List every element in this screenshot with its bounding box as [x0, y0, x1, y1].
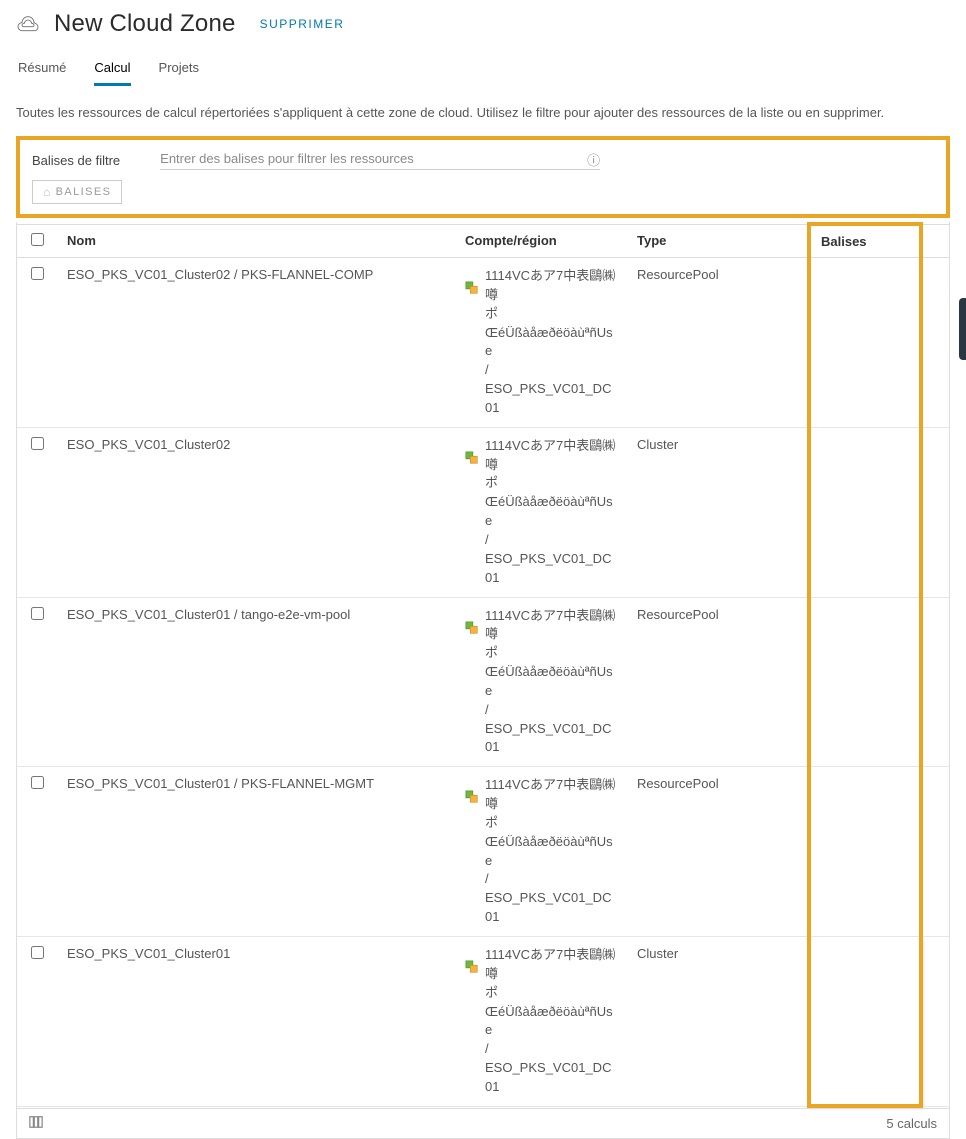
- table-footer: 5 calculs: [17, 1108, 949, 1138]
- row-checkbox[interactable]: [31, 267, 44, 280]
- description-text: Toutes les ressources de calcul répertor…: [16, 105, 950, 120]
- info-icon[interactable]: ⓘ: [587, 150, 600, 169]
- cell-end: [921, 258, 949, 428]
- balises-button-label: BALISES: [56, 186, 112, 198]
- column-settings-icon[interactable]: [29, 1115, 43, 1132]
- column-header-type[interactable]: Type: [627, 224, 809, 258]
- cell-account: 1114VCあア7中表鷗㈱噂ポŒéÜßàåæðëöàùªñUse/ESO_PKS…: [455, 767, 627, 937]
- cell-type: ResourcePool: [627, 258, 809, 428]
- vcenter-icon: [465, 281, 479, 295]
- table-row: ESO_PKS_VC01_Cluster02 / PKS-FLANNEL-COM…: [17, 258, 949, 428]
- page-header: New Cloud Zone SUPPRIMER: [16, 10, 950, 38]
- row-checkbox[interactable]: [31, 946, 44, 959]
- cell-end: [921, 427, 949, 597]
- row-checkbox[interactable]: [31, 776, 44, 789]
- row-checkbox[interactable]: [31, 607, 44, 620]
- column-header-tags[interactable]: Balises: [809, 224, 921, 258]
- column-header-name[interactable]: Nom: [57, 224, 455, 258]
- table-header-row: Nom Compte/région Type Balises: [17, 224, 949, 258]
- tabs: Résumé Calcul Projets: [16, 56, 950, 87]
- header-checkbox-cell: [17, 224, 57, 258]
- delete-button[interactable]: SUPPRIMER: [260, 17, 345, 31]
- row-checkbox[interactable]: [31, 437, 44, 450]
- table-row: ESO_PKS_VC01_Cluster011114VCあア7中表鷗㈱噂ポŒéÜ…: [17, 937, 949, 1107]
- cell-type: Cluster: [627, 937, 809, 1107]
- vcenter-icon: [465, 621, 479, 635]
- table-count: 5 calculs: [886, 1116, 937, 1131]
- filter-tags-input[interactable]: [160, 148, 600, 170]
- cell-name: ESO_PKS_VC01_Cluster01 / tango-e2e-vm-po…: [57, 597, 455, 767]
- cell-end: [921, 937, 949, 1107]
- filter-label: Balises de filtre: [32, 151, 120, 168]
- cell-type: ResourcePool: [627, 767, 809, 937]
- cell-account: 1114VCあア7中表鷗㈱噂ポŒéÜßàåæðëöàùªñUse/ESO_PKS…: [455, 427, 627, 597]
- cell-tags: [809, 597, 921, 767]
- tab-resume[interactable]: Résumé: [18, 56, 66, 86]
- table-row: ESO_PKS_VC01_Cluster021114VCあア7中表鷗㈱噂ポŒéÜ…: [17, 427, 949, 597]
- cell-end: [921, 767, 949, 937]
- cell-type: ResourcePool: [627, 597, 809, 767]
- cell-account: 1114VCあア7中表鷗㈱噂ポŒéÜßàåæðëöàùªñUse/ESO_PKS…: [455, 597, 627, 767]
- page-title: New Cloud Zone: [54, 10, 236, 38]
- cell-tags: [809, 767, 921, 937]
- vcenter-icon: [465, 790, 479, 804]
- cell-name: ESO_PKS_VC01_Cluster01 / PKS-FLANNEL-MGM…: [57, 767, 455, 937]
- cloud-zone-icon: [16, 12, 40, 36]
- cell-type: Cluster: [627, 427, 809, 597]
- table-row: ESO_PKS_VC01_Cluster01 / PKS-FLANNEL-MGM…: [17, 767, 949, 937]
- cell-tags: [809, 427, 921, 597]
- column-header-end: [921, 224, 949, 258]
- right-edge-handle[interactable]: [959, 298, 966, 360]
- table-row: ESO_PKS_VC01_Cluster01 / tango-e2e-vm-po…: [17, 597, 949, 767]
- vcenter-icon: [465, 451, 479, 465]
- cell-name: ESO_PKS_VC01_Cluster01: [57, 937, 455, 1107]
- cell-end: [921, 597, 949, 767]
- tab-calcul[interactable]: Calcul: [94, 56, 130, 86]
- cell-account: 1114VCあア7中表鷗㈱噂ポŒéÜßàåæðëöàùªñUse/ESO_PKS…: [455, 937, 627, 1107]
- filter-panel: Balises de filtre ⓘ ⌂ BALISES: [16, 136, 950, 218]
- cell-tags: [809, 258, 921, 428]
- select-all-checkbox[interactable]: [31, 233, 44, 246]
- cell-name: ESO_PKS_VC01_Cluster02 / PKS-FLANNEL-COM…: [57, 258, 455, 428]
- cell-tags: [809, 937, 921, 1107]
- vcenter-icon: [465, 960, 479, 974]
- column-header-account[interactable]: Compte/région: [455, 224, 627, 258]
- cell-account: 1114VCあア7中表鷗㈱噂ポŒéÜßàåæðëöàùªñUse/ESO_PKS…: [455, 258, 627, 428]
- balises-button[interactable]: ⌂ BALISES: [32, 180, 122, 204]
- tag-icon: ⌂: [43, 185, 52, 199]
- tab-projets[interactable]: Projets: [159, 56, 199, 86]
- cell-name: ESO_PKS_VC01_Cluster02: [57, 427, 455, 597]
- resources-table: Nom Compte/région Type Balises ESO_PKS_V…: [16, 222, 950, 1139]
